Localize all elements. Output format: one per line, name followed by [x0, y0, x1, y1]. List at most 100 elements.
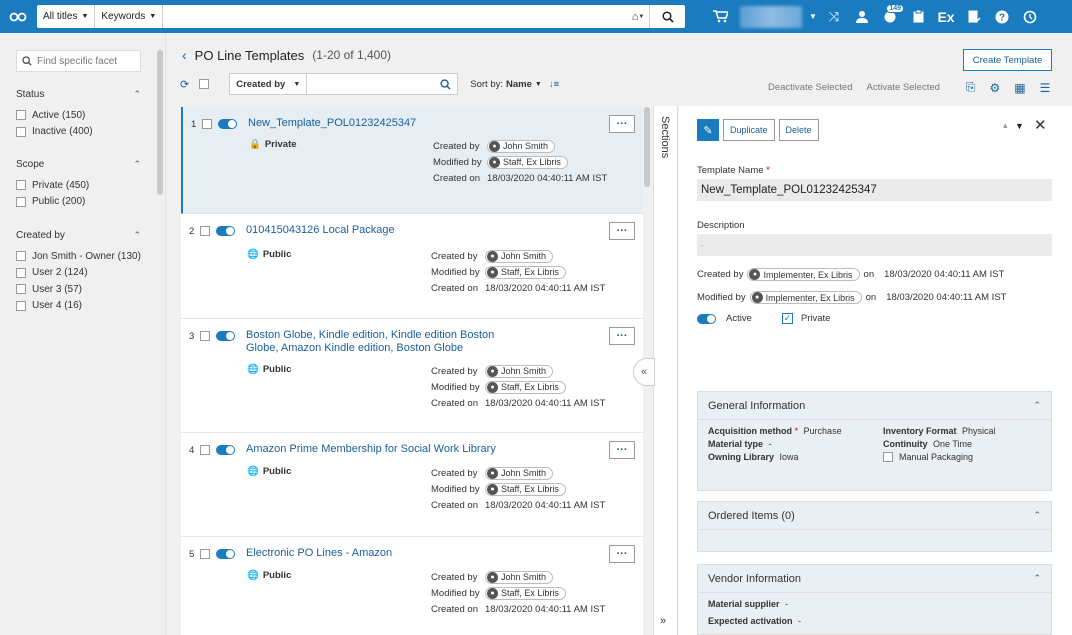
report-icon[interactable] [960, 0, 988, 33]
user-chip[interactable]: ● John Smith [485, 364, 554, 378]
template-title-link[interactable]: Boston Globe, Kindle edition, Kindle edi… [246, 329, 506, 355]
deactivate-selected-button[interactable]: Deactivate Selected [768, 82, 853, 93]
cart-icon[interactable] [706, 0, 734, 33]
move-icon[interactable]: ⤨ [820, 0, 848, 33]
facet-item[interactable]: User 3 (57) [16, 281, 141, 298]
facet-group-header[interactable]: Created by ⌃ [16, 228, 141, 242]
user-chip[interactable]: ● Staff, Ex Libris [487, 155, 568, 169]
template-title-link[interactable]: New_Template_POL01232425347 [248, 117, 518, 130]
app-logo-icon[interactable] [0, 0, 36, 33]
list-scrollbar[interactable] [644, 107, 650, 187]
sort-direction-icon[interactable]: ↓≡ [549, 79, 559, 90]
facet-item[interactable]: Active (150) [16, 107, 141, 124]
facet-group-header[interactable]: Scope ⌃ [16, 157, 141, 171]
facet-group-header[interactable]: Status ⌃ [16, 87, 141, 101]
search-button[interactable] [649, 5, 685, 28]
filter-field-select[interactable]: Created by ▼ [230, 73, 308, 95]
arrow-down-icon[interactable]: ▼ [1015, 121, 1024, 131]
more-actions-button[interactable]: ··· [609, 441, 635, 459]
select-all-checkbox[interactable] [199, 79, 210, 89]
create-template-button[interactable]: Create Template [963, 49, 1052, 71]
user-chip[interactable]: ● John Smith [485, 249, 554, 263]
help-icon[interactable]: ? [988, 0, 1016, 33]
field-select[interactable]: Keywords ▼ [95, 5, 164, 28]
row-checkbox[interactable] [202, 119, 212, 129]
template-title-link[interactable]: Electronic PO Lines - Amazon [246, 547, 516, 560]
user-chip[interactable]: ● Staff, Ex Libris [485, 265, 566, 279]
list-item[interactable]: 5 Electronic PO Lines - Amazon 🌐 Public C… [181, 537, 643, 635]
checkbox[interactable] [16, 284, 26, 295]
active-toggle[interactable] [216, 549, 235, 559]
back-icon[interactable]: ‹ [182, 47, 187, 63]
duplicate-button[interactable]: Duplicate [723, 119, 775, 141]
active-toggle[interactable] [218, 119, 237, 129]
gear-icon[interactable]: ⚙ [990, 81, 1001, 95]
user-chip[interactable]: ● John Smith [485, 466, 554, 480]
section-header[interactable]: Vendor Information ⌃ [698, 565, 1051, 593]
description-field[interactable]: - [697, 234, 1052, 256]
list-item[interactable]: 3 Boston Globe, Kindle edition, Kindle e… [181, 319, 643, 433]
list-item[interactable]: 1 New_Template_POL01232425347 🔒 Private C… [181, 107, 643, 214]
checkbox[interactable] [16, 180, 26, 191]
checkbox[interactable] [16, 126, 26, 137]
refresh-icon[interactable]: ⟳ [180, 78, 189, 91]
collapse-panel-button[interactable]: « [633, 358, 655, 386]
more-actions-button[interactable]: ··· [609, 545, 635, 563]
active-toggle[interactable] [216, 445, 235, 455]
more-actions-button[interactable]: ··· [609, 327, 635, 345]
close-icon[interactable]: ✕ [1034, 116, 1047, 134]
checkbox[interactable] [16, 196, 26, 207]
user-chip[interactable]: ● Staff, Ex Libris [485, 586, 566, 600]
export-icon[interactable]: ⎘ [966, 80, 976, 95]
more-actions-button[interactable]: ··· [609, 222, 635, 240]
edit-button[interactable]: ✎ [697, 119, 719, 141]
expand-icon[interactable]: » [660, 615, 666, 627]
user-icon[interactable] [848, 0, 876, 33]
user-chip[interactable]: ● John Smith [487, 139, 556, 153]
checkbox[interactable] [16, 110, 26, 121]
arrow-up-icon[interactable]: ▴ [1003, 120, 1008, 131]
template-title-link[interactable]: 010415043126 Local Package [246, 224, 516, 237]
active-toggle[interactable] [216, 226, 235, 236]
section-header[interactable]: General Information ⌃ [698, 392, 1051, 420]
facet-scrollbar[interactable] [157, 50, 163, 195]
user-name-blurred[interactable] [740, 5, 802, 28]
checkbox[interactable] [883, 452, 893, 462]
delete-button[interactable]: Delete [778, 119, 819, 141]
tasks-icon[interactable]: 149 [876, 0, 904, 33]
row-checkbox[interactable] [200, 549, 210, 559]
filter-input[interactable] [307, 73, 457, 95]
facet-item[interactable]: User 2 (124) [16, 265, 141, 282]
checkbox[interactable] [16, 267, 26, 278]
facet-item[interactable]: Private (450) [16, 177, 141, 194]
user-chip[interactable]: ● John Smith [485, 570, 554, 584]
table-view-icon[interactable]: ▦ [1014, 81, 1025, 95]
row-checkbox[interactable] [200, 331, 210, 341]
sections-rail[interactable]: Sections » [653, 106, 678, 635]
history-icon[interactable] [1016, 0, 1044, 33]
facet-item[interactable]: Public (200) [16, 194, 141, 211]
user-chip[interactable]: ● Staff, Ex Libris [485, 380, 566, 394]
chevron-down-icon[interactable]: ▼ [806, 0, 820, 33]
facet-item[interactable]: Inactive (400) [16, 124, 141, 141]
clipboard-icon[interactable] [904, 0, 932, 33]
activate-selected-button[interactable]: Activate Selected [867, 82, 940, 93]
list-item[interactable]: 4 Amazon Prime Membership for Social Wor… [181, 433, 643, 537]
active-toggle[interactable] [697, 313, 716, 324]
scope-select[interactable]: All titles ▼ [37, 5, 96, 28]
more-actions-button[interactable]: ··· [609, 115, 635, 133]
user-chip[interactable]: ● Implementer, Ex Libris [749, 291, 862, 304]
list-item[interactable]: 2 010415043126 Local Package 🌐 Public Cre… [181, 214, 643, 319]
search-input[interactable] [163, 5, 627, 28]
template-title-link[interactable]: Amazon Prime Membership for Social Work … [246, 443, 516, 456]
user-chip[interactable]: ● Implementer, Ex Libris [747, 268, 860, 281]
home-icon[interactable]: ⌂ ▼ [627, 5, 649, 28]
user-chip[interactable]: ● Staff, Ex Libris [485, 482, 566, 496]
row-checkbox[interactable] [200, 226, 210, 236]
sort-control[interactable]: Sort by: Name ▼ ↓≡ [470, 79, 559, 90]
facet-item[interactable]: User 4 (16) [16, 298, 141, 315]
active-toggle[interactable] [216, 331, 235, 341]
facet-search-input[interactable]: Find specific facet [16, 50, 141, 72]
list-view-icon[interactable]: ☰ [1040, 81, 1051, 95]
checkbox[interactable] [16, 251, 26, 262]
